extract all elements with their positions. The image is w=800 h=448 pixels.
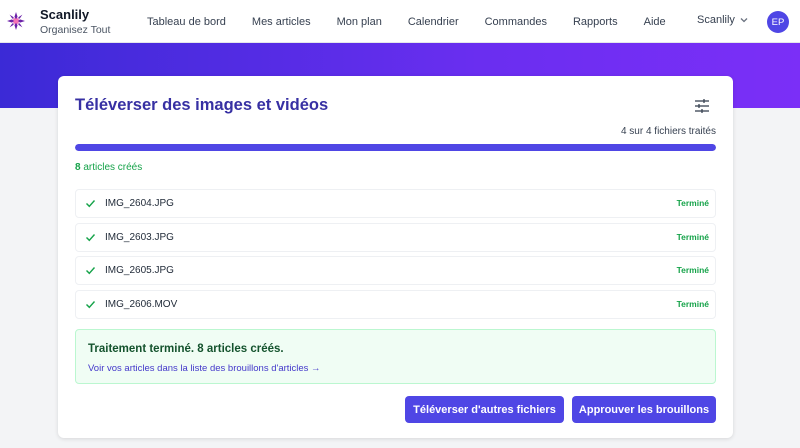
upload-more-button[interactable]: Téléverser d'autres fichiers	[405, 396, 564, 423]
status-badge: Terminé	[676, 198, 709, 208]
progress-text: 4 sur 4 fichiers traités	[620, 126, 716, 137]
avatar[interactable]: EP	[767, 11, 789, 33]
sliders-icon[interactable]	[692, 96, 712, 116]
progress-bar	[75, 144, 716, 151]
success-title: Traitement terminé. 8 articles créés.	[88, 343, 284, 355]
file-name: IMG_2603.JPG	[105, 231, 174, 243]
nav-item-dashboard[interactable]: Tableau de bord	[134, 16, 239, 28]
chevron-down-icon	[740, 18, 748, 23]
list-item: IMG_2604.JPG Terminé	[75, 189, 716, 218]
status-badge: Terminé	[676, 231, 709, 242]
user-menu[interactable]: Scanlily	[697, 14, 748, 26]
created-summary: 8 articles créés	[75, 162, 142, 173]
main-nav: Tableau de bord Mes articles Mon plan Ca…	[134, 0, 679, 43]
brand-tagline: Organisez Tout	[40, 24, 111, 36]
top-navbar: Scanlily Organisez Tout Tableau de bord …	[0, 0, 800, 43]
nav-item-my-plan[interactable]: Mon plan	[324, 16, 395, 28]
check-icon	[86, 233, 96, 241]
nav-item-calendar[interactable]: Calendrier	[395, 16, 472, 28]
brand-name[interactable]: Scanlily	[40, 7, 89, 22]
list-item: IMG_2606.MOV Terminé	[75, 289, 716, 319]
list-item: IMG_2605.JPG Terminé	[75, 256, 716, 285]
nav-item-help[interactable]: Aide	[631, 16, 679, 28]
nav-item-orders[interactable]: Commandes	[472, 16, 560, 28]
success-alert: Traitement terminé. 8 articles créés. Vo…	[75, 329, 716, 384]
approve-drafts-button[interactable]: Approuver les brouillons	[572, 396, 716, 423]
file-list: IMG_2604.JPG Terminé IMG_2603.JPG Termin…	[75, 189, 716, 323]
drafts-link[interactable]: Voir vos articles dans la liste des brou…	[88, 363, 321, 374]
check-icon	[86, 267, 96, 275]
status-badge: Terminé	[676, 265, 709, 275]
progress-bar-fill	[75, 144, 716, 151]
flower-logo-icon[interactable]	[6, 11, 26, 31]
file-name: IMG_2606.MOV	[105, 298, 178, 310]
list-item: IMG_2603.JPG Terminé	[75, 222, 716, 252]
created-label: articles créés	[80, 162, 143, 173]
nav-item-my-items[interactable]: Mes articles	[239, 16, 324, 28]
page-title: Téléverser des images et vidéos	[75, 96, 329, 114]
nav-item-reports[interactable]: Rapports	[560, 16, 631, 28]
upload-card: Téléverser des images et vidéos 4 sur 4 …	[58, 76, 733, 438]
check-icon	[86, 300, 96, 308]
user-menu-label: Scanlily	[697, 14, 735, 26]
file-name: IMG_2605.JPG	[105, 265, 174, 276]
file-name: IMG_2604.JPG	[105, 198, 174, 209]
status-badge: Terminé	[676, 298, 709, 309]
check-icon	[86, 200, 96, 208]
